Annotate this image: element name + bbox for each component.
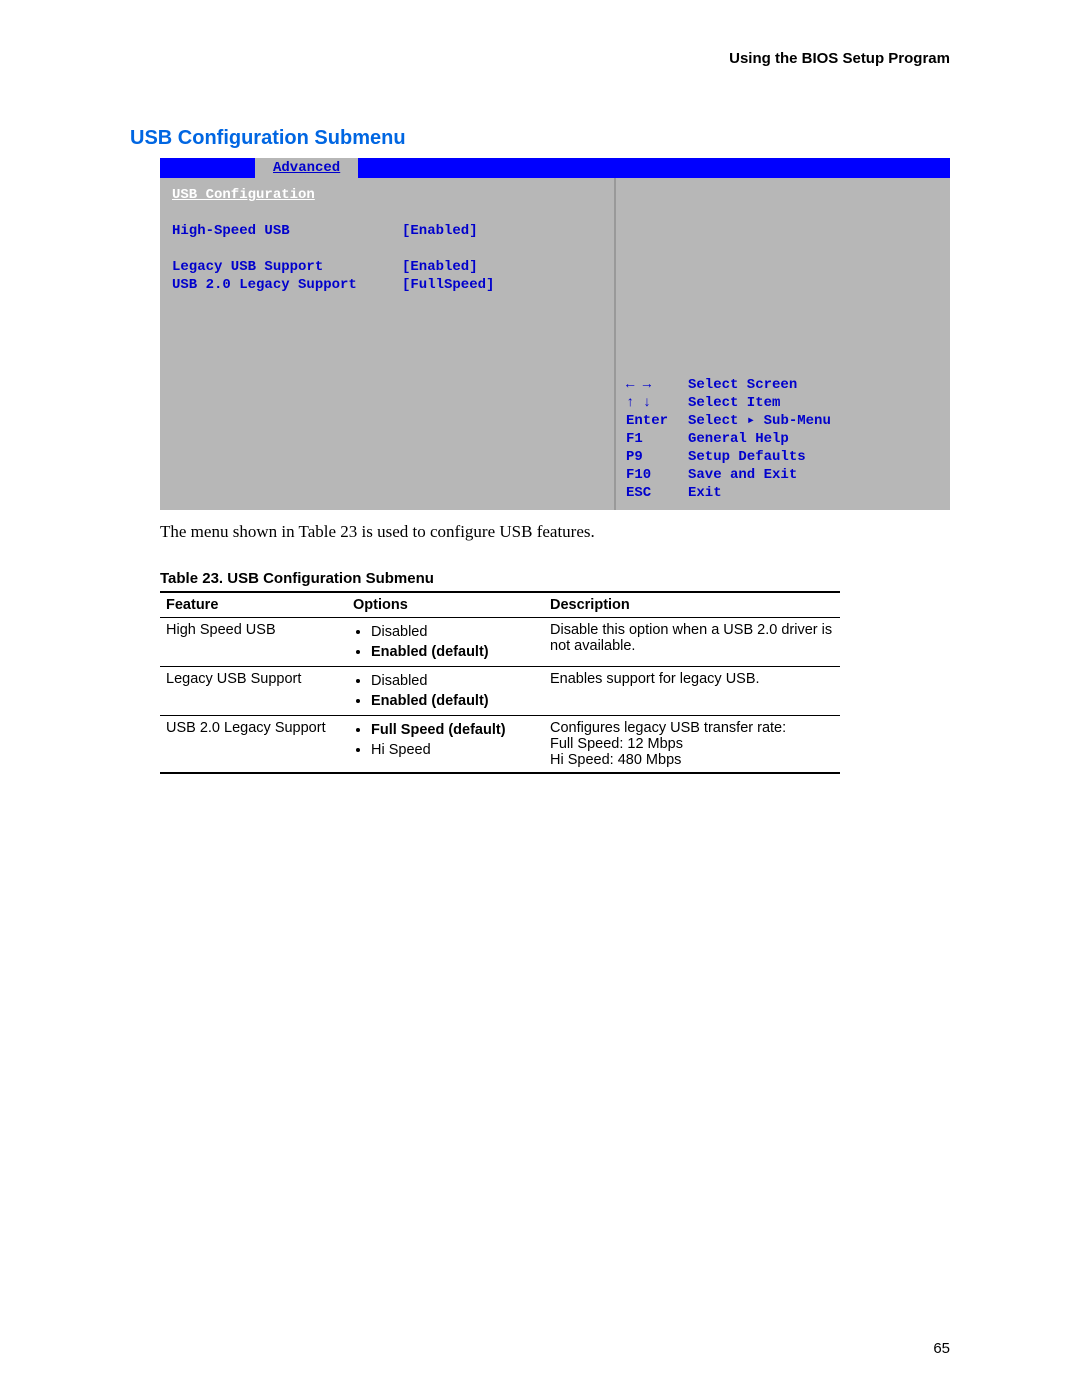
bios-help-desc: Setup Defaults (688, 448, 806, 466)
bios-item-high-speed-usb[interactable]: High-Speed USB [Enabled] (172, 222, 602, 240)
bios-help-desc: Exit (688, 484, 722, 502)
bios-left-pane: USB Configuration High-Speed USB [Enable… (160, 178, 616, 510)
bios-help-pane: ← → Select Screen ↑ ↓ Select Item Enter … (616, 178, 950, 510)
caption: The menu shown in Table 23 is used to co… (160, 522, 950, 542)
bios-help-row: F1 General Help (626, 430, 940, 448)
bios-help-desc: General Help (688, 430, 789, 448)
header-right: Using the BIOS Setup Program (130, 50, 950, 67)
section-title: USB Configuration Submenu (130, 127, 950, 150)
list-item: Disabled (371, 622, 538, 642)
bios-help-key: ESC (626, 484, 688, 502)
bios-help-desc: Save and Exit (688, 466, 797, 484)
list-item: Enabled (default) (371, 642, 538, 662)
bios-item-legacy-usb-support[interactable]: Legacy USB Support [Enabled] (172, 258, 602, 276)
cell-options: Full Speed (default)Hi Speed (347, 716, 544, 774)
bios-help-row: P9 Setup Defaults (626, 448, 940, 466)
page-number: 65 (933, 1340, 950, 1357)
bios-help-desc: Select ▸ Sub-Menu (688, 412, 831, 430)
bios-item-value: [Enabled] (402, 222, 478, 240)
col-header-options: Options (347, 592, 544, 618)
bios-help-row: ← → Select Screen (626, 376, 940, 394)
bios-help-row: ↑ ↓ Select Item (626, 394, 940, 412)
list-item: Full Speed (default) (371, 720, 538, 740)
bios-help-row: ESC Exit (626, 484, 940, 502)
list-item: Hi Speed (371, 740, 538, 760)
table-row: Legacy USB SupportDisabledEnabled (defau… (160, 667, 840, 716)
bios-item-usb20-legacy-support[interactable]: USB 2.0 Legacy Support [FullSpeed] (172, 276, 602, 294)
bios-item-label: High-Speed USB (172, 222, 402, 240)
bios-help-key: F1 (626, 430, 688, 448)
bios-menu-bar: Advanced (160, 158, 950, 178)
table-row: USB 2.0 Legacy SupportFull Speed (defaul… (160, 716, 840, 774)
bios-help-desc: Select Item (688, 394, 780, 412)
bios-item-label: Legacy USB Support (172, 258, 402, 276)
bios-help-row: F10 Save and Exit (626, 466, 940, 484)
cell-options: DisabledEnabled (default) (347, 618, 544, 667)
cell-description: Configures legacy USB transfer rate:Full… (544, 716, 840, 774)
cell-description: Enables support for legacy USB. (544, 667, 840, 716)
bios-screen: Advanced USB Configuration High-Speed US… (160, 158, 950, 510)
table-row: High Speed USBDisabledEnabled (default)D… (160, 618, 840, 667)
bios-item-label: USB 2.0 Legacy Support (172, 276, 402, 294)
bios-help-row: Enter Select ▸ Sub-Menu (626, 412, 940, 430)
bios-help-key: F10 (626, 466, 688, 484)
bios-tab-advanced[interactable]: Advanced (255, 158, 358, 178)
bios-help-key: P9 (626, 448, 688, 466)
cell-description: Disable this option when a USB 2.0 drive… (544, 618, 840, 667)
bios-help-key: ↑ ↓ (626, 394, 688, 412)
table-title: Table 23. USB Configuration Submenu (160, 570, 950, 587)
bios-item-value: [FullSpeed] (402, 276, 494, 294)
col-header-feature: Feature (160, 592, 347, 618)
bios-help-key: Enter (626, 412, 688, 430)
cell-feature: High Speed USB (160, 618, 347, 667)
options-table: Feature Options Description High Speed U… (160, 591, 840, 774)
cell-feature: USB 2.0 Legacy Support (160, 716, 347, 774)
list-item: Disabled (371, 671, 538, 691)
bios-submenu-title: USB Configuration (172, 186, 315, 204)
bios-item-value: [Enabled] (402, 258, 478, 276)
cell-options: DisabledEnabled (default) (347, 667, 544, 716)
list-item: Enabled (default) (371, 691, 538, 711)
bios-help-desc: Select Screen (688, 376, 797, 394)
cell-feature: Legacy USB Support (160, 667, 347, 716)
col-header-description: Description (544, 592, 840, 618)
bios-help-key: ← → (626, 376, 688, 394)
bios-tab-label: Advanced (273, 159, 340, 177)
